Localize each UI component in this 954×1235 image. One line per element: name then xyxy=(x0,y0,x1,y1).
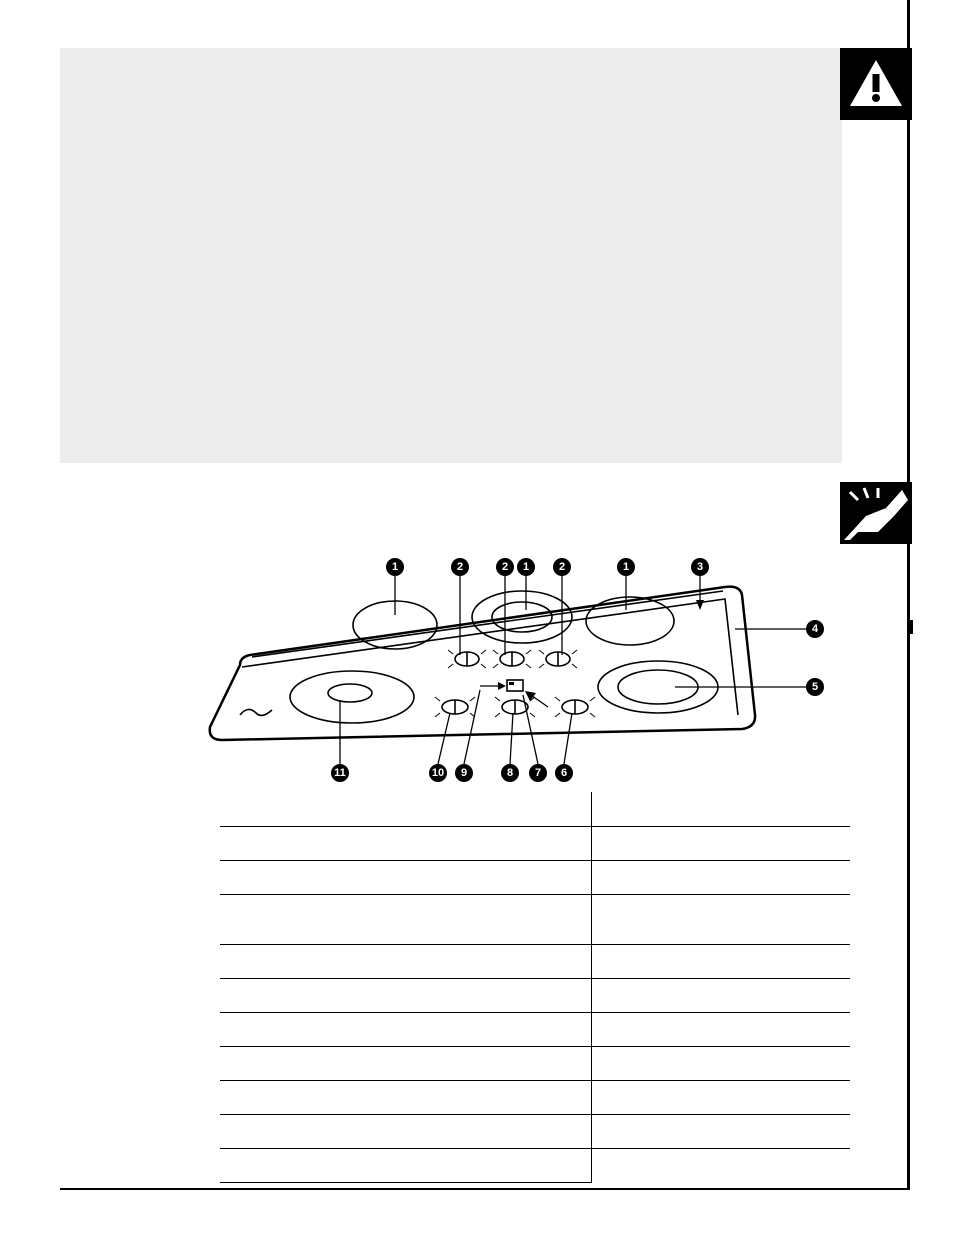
callout-4: 4 xyxy=(812,623,819,635)
table-cell xyxy=(592,894,850,944)
table-cell xyxy=(220,792,592,826)
table-cell xyxy=(592,1148,850,1182)
callout-2: 2 xyxy=(502,561,508,573)
table-cell xyxy=(592,1114,850,1148)
brush-icon xyxy=(844,484,908,540)
warning-icon xyxy=(846,56,906,112)
table-cell xyxy=(592,1080,850,1114)
table-cell xyxy=(592,1012,850,1046)
table-cell xyxy=(220,894,592,944)
callout-1: 1 xyxy=(523,561,529,573)
table-cell xyxy=(592,792,850,826)
callout-1: 1 xyxy=(392,561,398,573)
callout-6: 6 xyxy=(561,767,567,779)
table-cell xyxy=(220,860,592,894)
callouts-bottom: 11 10 9 8 7 6 xyxy=(331,764,573,782)
table-cell xyxy=(592,978,850,1012)
callout-1: 1 xyxy=(623,561,629,573)
table-cell xyxy=(220,1148,592,1182)
table-cell xyxy=(220,1080,592,1114)
callout-10: 10 xyxy=(432,767,444,779)
callout-3: 3 xyxy=(697,561,703,573)
cooktop-diagram: 1 2 2 1 2 1 3 xyxy=(180,555,840,785)
table-cell xyxy=(592,1046,850,1080)
cleaning-icon-block xyxy=(840,482,912,544)
callout-5: 5 xyxy=(812,681,818,693)
knobs xyxy=(435,650,595,717)
margin-tick xyxy=(910,620,913,634)
callouts-top: 1 2 2 1 2 1 3 xyxy=(386,558,709,576)
parts-table xyxy=(220,792,850,1183)
table-cell xyxy=(220,978,592,1012)
warning-box xyxy=(60,48,842,463)
table-cell xyxy=(220,826,592,860)
callout-8: 8 xyxy=(507,767,513,779)
table-cell xyxy=(592,826,850,860)
callout-2: 2 xyxy=(457,561,463,573)
page-frame: 1 2 2 1 2 1 3 xyxy=(60,0,910,1190)
table-cell xyxy=(220,1114,592,1148)
callout-7: 7 xyxy=(535,767,541,779)
callout-2: 2 xyxy=(559,561,565,573)
callout-9: 9 xyxy=(461,767,467,779)
warning-icon-block xyxy=(840,48,912,120)
table-cell xyxy=(220,944,592,978)
table-cell xyxy=(592,944,850,978)
table-cell xyxy=(220,1046,592,1080)
table-cell xyxy=(592,860,850,894)
table-cell xyxy=(220,1012,592,1046)
diagram-svg: 1 2 2 1 2 1 3 xyxy=(180,555,840,785)
callout-11: 11 xyxy=(334,767,346,779)
